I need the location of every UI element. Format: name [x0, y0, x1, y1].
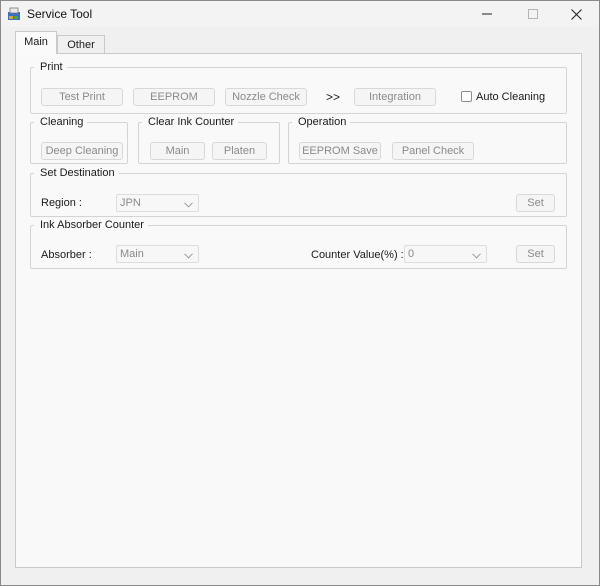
window-title: Service Tool: [27, 7, 93, 21]
maximize-button[interactable]: [510, 1, 556, 27]
test-print-button[interactable]: Test Print: [41, 88, 123, 106]
counter-value: 0: [408, 248, 415, 260]
app-window: Service Tool Main Other Print Test Print…: [0, 0, 600, 586]
cleaning-group: Cleaning Deep Cleaning: [30, 116, 128, 164]
chevron-down-icon: [184, 199, 193, 211]
title-bar[interactable]: Service Tool: [1, 1, 599, 27]
eeprom-save-button[interactable]: EEPROM Save: [299, 142, 381, 160]
set-destination-group: Set Destination Region : JPN Set: [30, 167, 567, 217]
clear-ink-counter-legend: Clear Ink Counter: [148, 116, 235, 128]
integration-button[interactable]: Integration: [354, 88, 436, 106]
region-select[interactable]: JPN: [116, 194, 199, 212]
counter-value-select[interactable]: 0: [404, 245, 487, 263]
absorber-label: Absorber :: [41, 249, 92, 261]
clear-platen-button[interactable]: Platen: [212, 142, 267, 160]
nozzle-check-button[interactable]: Nozzle Check: [225, 88, 307, 106]
tab-panel-main: Print Test Print EEPROM Nozzle Check >> …: [15, 53, 582, 568]
ink-absorber-counter-legend: Ink Absorber Counter: [40, 219, 144, 231]
operation-group: Operation EEPROM Save Panel Check: [288, 116, 567, 164]
absorber-value: Main: [120, 248, 144, 260]
chevron-down-icon: [472, 250, 481, 262]
operation-legend: Operation: [298, 116, 347, 128]
eeprom-button[interactable]: EEPROM: [133, 88, 215, 106]
ink-absorber-counter-group: Ink Absorber Counter Absorber : Main Cou…: [30, 219, 567, 269]
absorber-select[interactable]: Main: [116, 245, 199, 263]
set-destination-button[interactable]: Set: [516, 194, 555, 212]
deep-cleaning-button[interactable]: Deep Cleaning: [41, 142, 123, 160]
auto-cleaning-checkbox[interactable]: [461, 91, 472, 102]
auto-cleaning-label[interactable]: Auto Cleaning: [476, 90, 545, 104]
cleaning-legend: Cleaning: [40, 116, 84, 128]
close-button[interactable]: [553, 1, 599, 27]
clear-main-button[interactable]: Main: [150, 142, 205, 160]
print-group: Print Test Print EEPROM Nozzle Check >> …: [30, 61, 567, 114]
clear-ink-counter-group: Clear Ink Counter Main Platen: [138, 116, 280, 164]
tab-other[interactable]: Other: [57, 35, 105, 54]
print-legend: Print: [40, 61, 63, 73]
set-destination-legend: Set Destination: [40, 167, 115, 179]
minimize-button[interactable]: [464, 1, 510, 27]
region-value: JPN: [120, 197, 141, 209]
panel-check-button[interactable]: Panel Check: [392, 142, 474, 160]
tab-main[interactable]: Main: [15, 31, 57, 54]
chevron-down-icon: [184, 250, 193, 262]
counter-value-label: Counter Value(%) :: [311, 249, 404, 261]
region-label: Region :: [41, 197, 82, 209]
set-absorber-button[interactable]: Set: [516, 245, 555, 263]
arrow-label: >>: [326, 90, 341, 104]
app-icon: [7, 6, 21, 22]
